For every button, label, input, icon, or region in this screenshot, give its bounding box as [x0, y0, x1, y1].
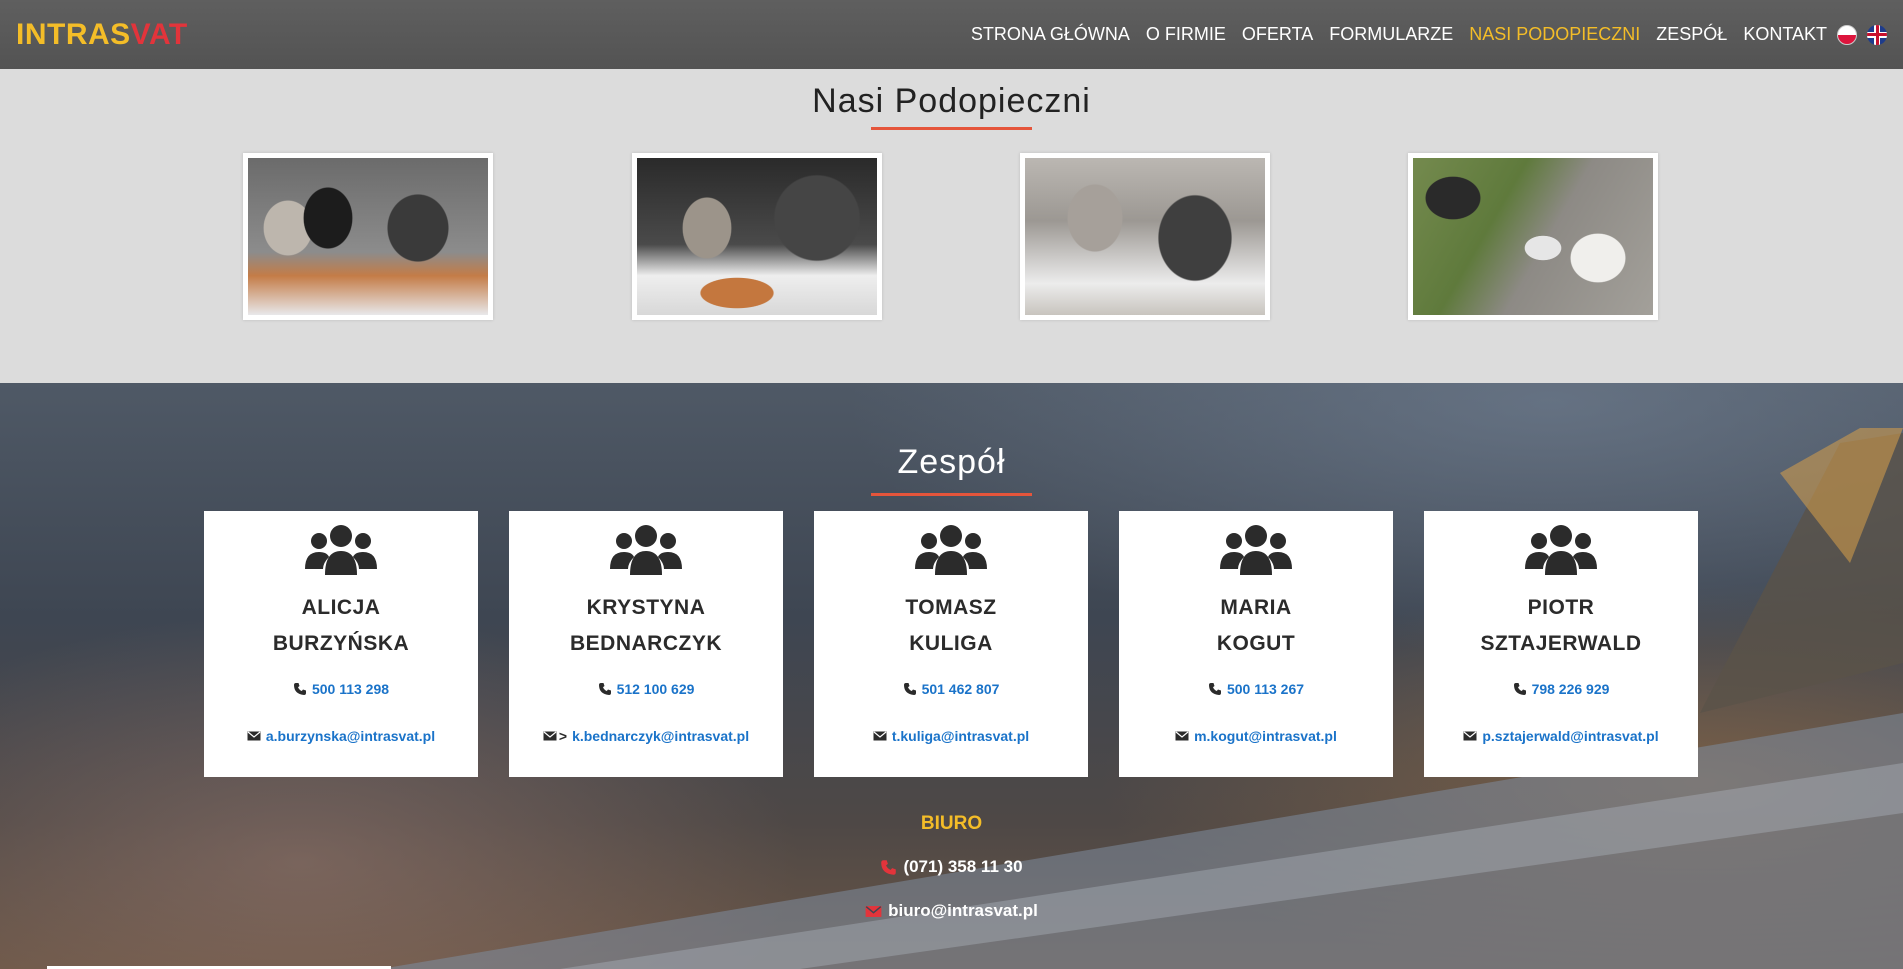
team-card: TOMASZ KULIGA 501 462 807 t.kuliga@intra…	[814, 511, 1088, 777]
flag-pl-icon[interactable]	[1837, 24, 1857, 45]
team-section: Zespół ALICJA BURZYŃSKA 500 113 298 a.bu…	[0, 383, 1903, 969]
phone-icon	[1513, 683, 1526, 695]
envelope-icon	[873, 731, 887, 741]
member-last-name: BEDNARCZYK	[570, 632, 722, 655]
phone-icon	[598, 683, 611, 695]
envelope-icon	[247, 731, 261, 741]
member-first-name: KRYSTYNA	[586, 596, 706, 619]
team-card: ALICJA BURZYŃSKA 500 113 298 a.burzynska…	[204, 511, 478, 777]
cats-photo-1[interactable]	[243, 153, 493, 320]
nav-item-oferta[interactable]: OFERTA	[1242, 24, 1313, 45]
member-email[interactable]: k.bednarczyk@intrasvat.pl	[572, 728, 749, 744]
brand-part-2: VAT	[130, 17, 188, 51]
member-first-name: TOMASZ	[905, 596, 997, 619]
member-phone[interactable]: 512 100 629	[617, 681, 695, 697]
member-phone-link[interactable]: 798 226 929	[1424, 681, 1698, 697]
pets-title-underline	[871, 127, 1032, 130]
cats-photo-3[interactable]	[1020, 153, 1270, 320]
envelope-icon	[1463, 731, 1477, 741]
member-email-link[interactable]: t.kuliga@intrasvat.pl	[814, 728, 1088, 744]
pets-section: Nasi Podopieczni	[0, 69, 1903, 383]
office-email[interactable]: biuro@intrasvat.pl	[888, 901, 1038, 921]
member-phone[interactable]: 501 462 807	[922, 681, 1000, 697]
nav-item-zespol[interactable]: ZESPÓŁ	[1656, 24, 1727, 45]
team-card: KRYSTYNA BEDNARCZYK 512 100 629 > k.bedn…	[509, 511, 783, 777]
member-phone-link[interactable]: 501 462 807	[814, 681, 1088, 697]
member-email[interactable]: m.kogut@intrasvat.pl	[1194, 728, 1337, 744]
users-icon	[305, 525, 377, 575]
team-card: PIOTR SZTAJERWALD 798 226 929 p.sztajerw…	[1424, 511, 1698, 777]
member-last-name: SZTAJERWALD	[1480, 632, 1642, 655]
office-email-link[interactable]: biuro@intrasvat.pl	[0, 901, 1903, 921]
office-phone-link[interactable]: (071) 358 11 30	[0, 857, 1903, 877]
nav-item-nasi-podopieczni[interactable]: NASI PODOPIECZNI	[1469, 24, 1640, 45]
email-prefix-glyph: >	[558, 728, 568, 744]
member-phone[interactable]: 798 226 929	[1532, 681, 1610, 697]
member-phone-link[interactable]: 500 113 267	[1119, 681, 1393, 697]
pets-title: Nasi Podopieczni	[812, 82, 1091, 120]
envelope-icon	[1175, 731, 1189, 741]
member-first-name: MARIA	[1220, 596, 1292, 619]
users-icon	[1525, 525, 1597, 575]
brand-logo[interactable]: INTRASVAT	[16, 18, 188, 52]
member-last-name: KOGUT	[1216, 632, 1296, 655]
member-phone-link[interactable]: 500 113 298	[204, 681, 478, 697]
brand-part-1: INTRAS	[16, 17, 131, 51]
member-last-name: KULIGA	[909, 632, 993, 655]
nav-item-strona-glowna[interactable]: STRONA GŁÓWNA	[971, 24, 1130, 45]
nav-item-kontakt[interactable]: KONTAKT	[1743, 24, 1827, 45]
member-phone-link[interactable]: 512 100 629	[509, 681, 783, 697]
nav-item-o-firmie[interactable]: O FIRMIE	[1146, 24, 1226, 45]
cats-photo-image	[637, 158, 877, 315]
users-icon	[915, 525, 987, 575]
member-phone[interactable]: 500 113 267	[1227, 681, 1304, 697]
phone-icon	[1208, 683, 1221, 695]
phone-icon	[881, 859, 897, 875]
member-first-name: PIOTR	[1527, 596, 1595, 619]
cats-photo-image	[1413, 158, 1653, 315]
member-email-link[interactable]: a.burzynska@intrasvat.pl	[204, 728, 478, 744]
member-email[interactable]: t.kuliga@intrasvat.pl	[892, 728, 1029, 744]
member-email-link[interactable]: > k.bednarczyk@intrasvat.pl	[509, 728, 783, 744]
member-email-link[interactable]: m.kogut@intrasvat.pl	[1119, 728, 1393, 744]
phone-icon	[903, 683, 916, 695]
navbar: INTRASVAT STRONA GŁÓWNA O FIRMIE OFERTA …	[0, 0, 1903, 69]
member-email[interactable]: a.burzynska@intrasvat.pl	[266, 728, 435, 744]
cats-photo-2[interactable]	[632, 153, 882, 320]
users-icon	[1220, 525, 1292, 575]
envelope-icon	[543, 731, 557, 741]
cats-photo-4[interactable]	[1408, 153, 1658, 320]
office-phone[interactable]: (071) 358 11 30	[903, 857, 1022, 877]
nav-item-formularze[interactable]: FORMULARZE	[1329, 24, 1453, 45]
member-email[interactable]: p.sztajerwald@intrasvat.pl	[1482, 728, 1658, 744]
cats-photo-image	[248, 158, 488, 315]
team-card: MARIA KOGUT 500 113 267 m.kogut@intrasva…	[1119, 511, 1393, 777]
phone-icon	[293, 683, 306, 695]
member-last-name: BURZYŃSKA	[272, 632, 410, 655]
flag-uk-icon[interactable]	[1867, 24, 1887, 45]
team-title: Zespół	[897, 443, 1006, 481]
cats-photo-image	[1025, 158, 1265, 315]
envelope-icon	[865, 905, 882, 917]
member-email-link[interactable]: p.sztajerwald@intrasvat.pl	[1424, 728, 1698, 744]
office-title: BIURO	[920, 813, 983, 834]
nav-menu: STRONA GŁÓWNA O FIRMIE OFERTA FORMULARZE…	[955, 24, 1887, 45]
team-title-underline	[871, 493, 1032, 496]
member-first-name: ALICJA	[301, 596, 381, 619]
member-phone[interactable]: 500 113 298	[312, 681, 389, 697]
users-icon	[610, 525, 682, 575]
